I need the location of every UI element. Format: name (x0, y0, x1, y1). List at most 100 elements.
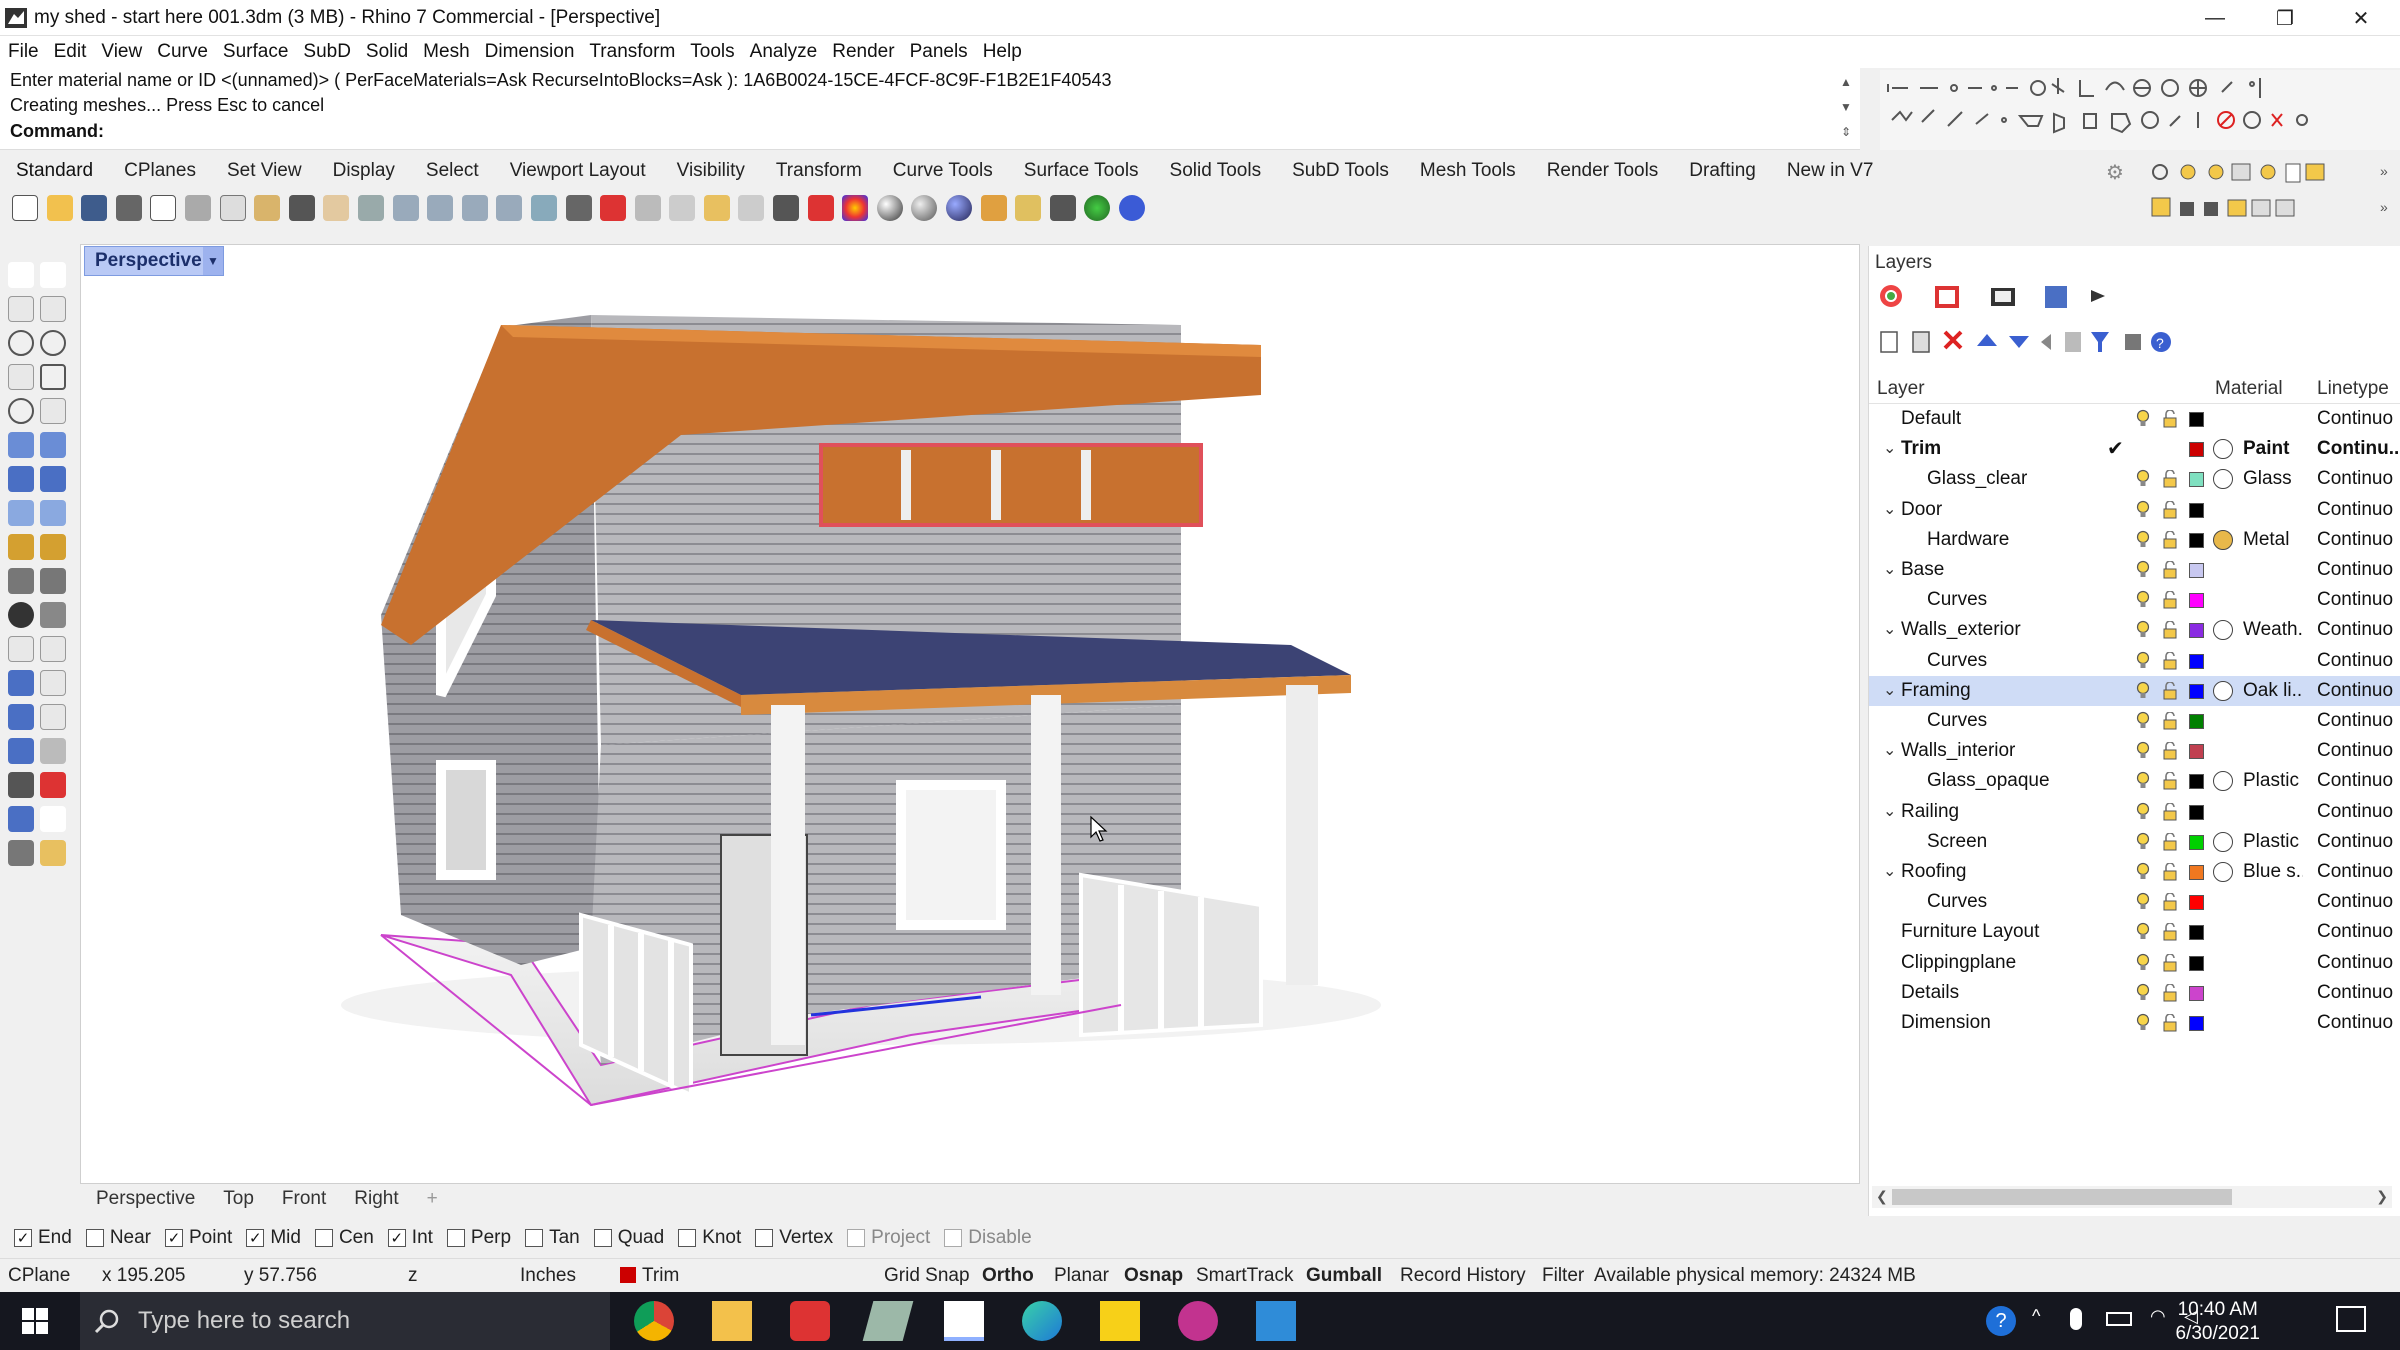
material-swatch-icon[interactable] (2213, 439, 2233, 460)
render-sphere-icon[interactable] (876, 195, 903, 221)
layer-row[interactable]: Glass_opaque Plastic Continuo (1869, 766, 2400, 796)
unlock-icon[interactable] (2162, 470, 2178, 488)
analyze-icon[interactable] (40, 772, 66, 798)
rotate-view-icon[interactable] (357, 195, 384, 221)
visibility-bulb-icon[interactable] (2136, 711, 2150, 731)
visibility-bulb-icon[interactable] (2136, 651, 2150, 671)
viewport-tab-perspective[interactable]: Perspective (96, 1188, 195, 1210)
layer-name[interactable]: Roofing (1901, 861, 1967, 883)
paste-icon[interactable] (254, 195, 281, 221)
expand-chevron-icon[interactable]: ⌄ (1883, 559, 1896, 579)
select-arrow-icon[interactable] (8, 262, 34, 288)
layer-linetype[interactable]: Continuo (2317, 468, 2399, 490)
viewport-tab-front[interactable]: Front (282, 1188, 326, 1210)
layer-row[interactable]: Curves Continuo (1869, 706, 2400, 736)
options-gear-icon[interactable] (1015, 195, 1042, 221)
expand-chevron-icon[interactable]: ⌄ (1883, 438, 1896, 458)
osnap-mid-checkbox[interactable]: ✓ Mid (246, 1227, 301, 1249)
layer-linetype[interactable]: Continuo (2317, 921, 2399, 943)
layer-material[interactable]: Paint (2243, 438, 2303, 460)
chrome-icon[interactable] (634, 1301, 674, 1341)
layer-linetype[interactable]: Continuo (2317, 861, 2399, 883)
osnap-tan-checkbox[interactable]: Tan (525, 1227, 580, 1249)
layer-color-swatch[interactable] (2189, 532, 2204, 548)
layer-color-swatch[interactable] (2189, 744, 2204, 760)
layer-color-swatch[interactable] (2189, 804, 2204, 820)
layer-linetype[interactable]: Continuo (2317, 559, 2399, 581)
layer-material[interactable]: Plastic (2243, 770, 2303, 792)
checkbox-box[interactable] (678, 1229, 697, 1247)
chevron-left-icon[interactable]: ❮ (1876, 1188, 1888, 1205)
taskbar-search[interactable]: Type here to search (80, 1292, 610, 1350)
pencil-icon[interactable] (40, 534, 66, 560)
tab-visibility[interactable]: Visibility (677, 160, 745, 182)
layer-linetype[interactable]: Continuo (2317, 710, 2399, 732)
layer-linetype[interactable]: Continu... (2317, 438, 2399, 460)
select-icon[interactable] (703, 195, 730, 221)
join-icon[interactable] (8, 602, 34, 628)
filter-icon[interactable] (980, 195, 1007, 221)
layer-color-swatch[interactable] (2189, 502, 2204, 518)
layer-row[interactable]: Furniture Layout Continuo (1869, 917, 2400, 947)
current-layer[interactable]: Trim (642, 1265, 679, 1287)
chevron-right-icon[interactable]: ❯ (2376, 1188, 2388, 1205)
dimension-icon[interactable] (40, 738, 66, 764)
tab-select[interactable]: Select (426, 160, 479, 182)
command-prompt[interactable]: Command: (10, 121, 104, 142)
layer-linetype[interactable]: Continuo (2317, 770, 2399, 792)
rendered-view-icon[interactable] (946, 195, 973, 221)
layer-linetype[interactable]: Continuo (2317, 650, 2399, 672)
menu-subd[interactable]: SubD (303, 41, 351, 63)
fillet-icon[interactable] (8, 636, 34, 662)
menu-file[interactable]: File (8, 41, 39, 63)
file-explorer-icon[interactable] (712, 1301, 752, 1341)
visibility-bulb-icon[interactable] (2136, 1013, 2150, 1033)
expand-chevron-icon[interactable]: ⌄ (1883, 861, 1896, 881)
light-bulb-icon[interactable] (738, 195, 765, 221)
checkmark-icon[interactable]: ✓ (387, 1229, 406, 1247)
layer-row[interactable]: Curves Continuo (1869, 646, 2400, 676)
taskbar-clock[interactable]: 10:40 AM 6/30/2021 (2175, 1298, 2260, 1346)
layer-row[interactable]: ⌄Roofing Blue s... Continuo (1869, 857, 2400, 887)
checkbox-box[interactable] (593, 1229, 612, 1247)
visibility-bulb-icon[interactable] (2136, 802, 2150, 822)
unlock-icon[interactable] (2162, 500, 2178, 519)
checkbox-box[interactable] (755, 1229, 774, 1247)
visibility-bulb-icon[interactable] (2136, 832, 2150, 852)
box-icon[interactable] (8, 466, 34, 492)
material-swatch-icon[interactable] (2213, 771, 2233, 792)
tab-solid-tools[interactable]: Solid Tools (1170, 160, 1262, 182)
layer-name[interactable]: Walls_interior (1901, 740, 2015, 762)
polyline-icon[interactable] (8, 296, 34, 322)
layer-color-swatch[interactable] (2189, 1016, 2204, 1031)
offset-icon[interactable] (40, 636, 66, 662)
menu-help[interactable]: Help (983, 41, 1022, 63)
chevron-up-icon[interactable]: ▲ (1836, 70, 1856, 95)
layer-name[interactable]: Furniture Layout (1901, 921, 2039, 943)
tab-cplanes[interactable]: CPlanes (124, 160, 196, 182)
close-button[interactable]: ✕ (2326, 0, 2396, 36)
osnap-point-checkbox[interactable]: ✓ Point (165, 1227, 232, 1249)
mesh-tools-icon[interactable] (8, 840, 34, 866)
ortho-toggle[interactable]: Ortho (982, 1265, 1034, 1287)
point-icon[interactable] (40, 262, 66, 288)
unlock-icon[interactable] (2162, 983, 2178, 1002)
layer-name[interactable]: Screen (1927, 831, 1987, 853)
menu-render[interactable]: Render (832, 41, 894, 63)
windows-start-icon[interactable] (22, 1308, 48, 1334)
expand-chevron-icon[interactable]: ⌄ (1883, 499, 1896, 519)
layer-row[interactable]: ⌄ Walls_interior Continuo (1869, 736, 2400, 766)
material-swatch-icon[interactable] (2213, 529, 2233, 550)
material-sphere-icon[interactable] (911, 195, 938, 221)
menu-curve[interactable]: Curve (157, 41, 208, 63)
checkmark-icon[interactable]: ✓ (165, 1229, 183, 1247)
layer-material[interactable]: Metal (2243, 529, 2303, 551)
layer-color-swatch[interactable] (2189, 593, 2204, 609)
chevron-up-icon[interactable]: ^ (2032, 1306, 2040, 1327)
layer-linetype[interactable]: Continuo (2317, 589, 2399, 611)
osnap-knot-checkbox[interactable]: Knot (678, 1227, 741, 1249)
visibility-bulb-icon[interactable] (2136, 590, 2150, 610)
layers-icon[interactable] (807, 195, 834, 221)
osnap-end-checkbox[interactable]: ✓ End (14, 1227, 72, 1249)
visibility-bulb-icon[interactable] (2136, 892, 2150, 912)
